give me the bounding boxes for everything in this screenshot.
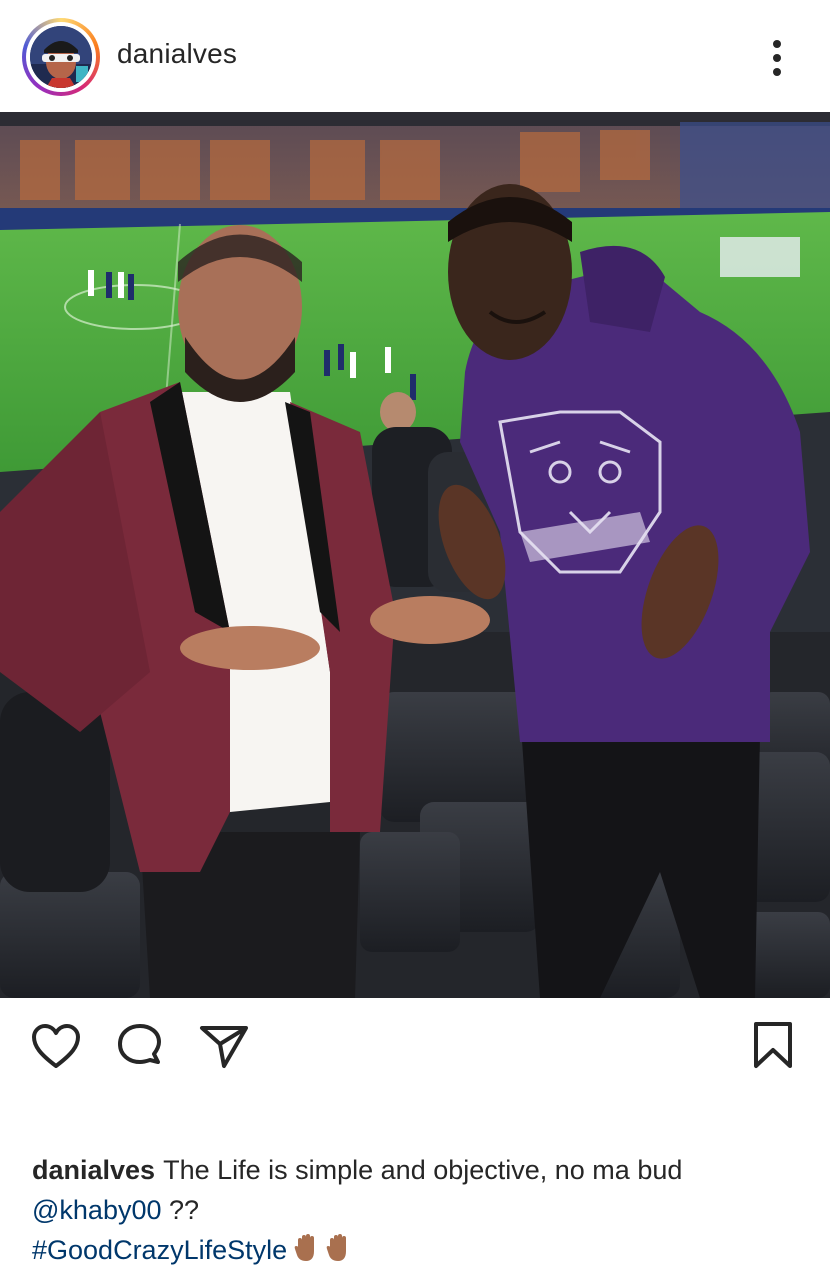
action-bar (0, 998, 830, 1098)
caption-text-suffix: ?? (161, 1195, 200, 1225)
post-header: danialves (0, 0, 830, 112)
story-ring[interactable] (22, 18, 100, 96)
post-username[interactable]: danialves (117, 38, 237, 70)
more-vertical-icon (773, 40, 781, 48)
send-icon (200, 1026, 248, 1068)
caption-hashtag[interactable]: #GoodCrazyLifeStyle (32, 1235, 287, 1265)
comment-button[interactable] (114, 1022, 166, 1072)
bookmark-icon (754, 1022, 792, 1068)
avatar-image (30, 26, 92, 88)
post-photo[interactable] (0, 112, 830, 998)
more-options-button[interactable] (762, 36, 792, 80)
share-button[interactable] (198, 1022, 250, 1072)
save-button[interactable] (748, 1020, 798, 1072)
post-caption: danialves The Life is simple and objectiv… (32, 1150, 812, 1274)
avatar[interactable] (30, 26, 92, 88)
photo-image (0, 112, 830, 998)
caption-text: The Life is simple and objective, no ma … (163, 1155, 683, 1185)
avatar-frame (26, 22, 96, 92)
raised-hand-emoji (293, 1233, 319, 1274)
more-vertical-icon (773, 54, 781, 62)
like-button[interactable] (30, 1022, 82, 1072)
more-vertical-icon (773, 68, 781, 76)
caption-mention[interactable]: @khaby00 (32, 1195, 162, 1225)
raised-hand-emoji (325, 1233, 351, 1274)
caption-username[interactable]: danialves (32, 1155, 155, 1185)
heart-icon (32, 1024, 80, 1068)
comment-icon (118, 1024, 161, 1064)
